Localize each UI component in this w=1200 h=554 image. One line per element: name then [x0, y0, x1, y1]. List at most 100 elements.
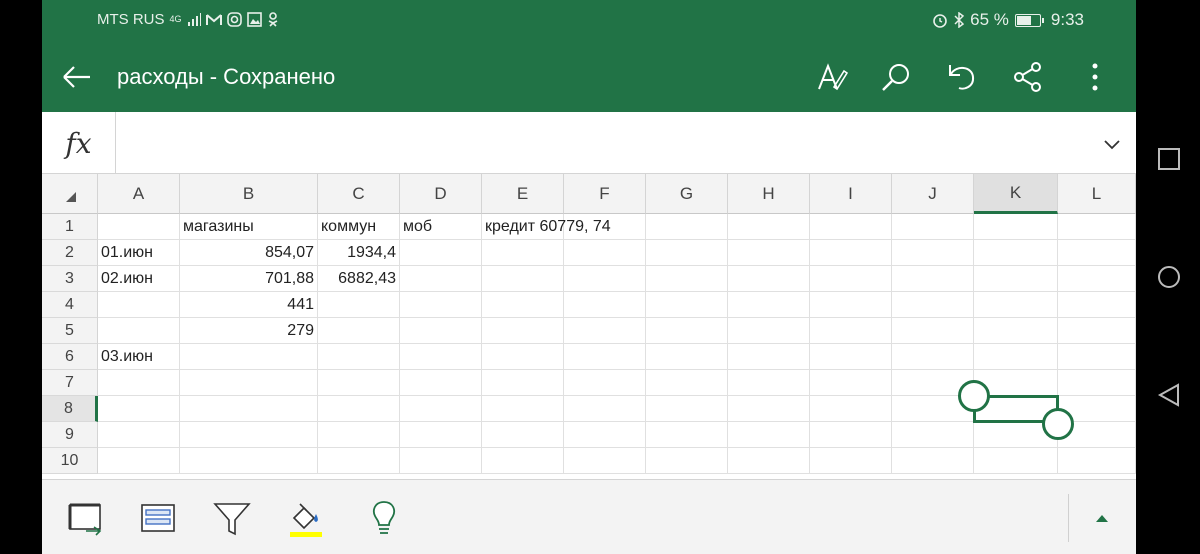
cell-k2[interactable] [974, 240, 1058, 266]
cell-c1[interactable]: коммун [318, 214, 400, 240]
cell-e2[interactable] [482, 240, 564, 266]
chevron-down-icon[interactable] [1102, 134, 1122, 154]
column-header-h[interactable]: H [728, 174, 810, 214]
cell-h7[interactable] [728, 370, 810, 396]
cell-a10[interactable] [98, 448, 180, 474]
cell-e7[interactable] [482, 370, 564, 396]
cell-i6[interactable] [810, 344, 892, 370]
cell-d5[interactable] [400, 318, 482, 344]
cell-g8[interactable] [646, 396, 728, 422]
cell-b5[interactable]: 279 [180, 318, 318, 344]
cell-i5[interactable] [810, 318, 892, 344]
column-header-b[interactable]: B [180, 174, 318, 214]
undo-icon[interactable] [946, 61, 978, 93]
cell-d2[interactable] [400, 240, 482, 266]
cell-c6[interactable] [318, 344, 400, 370]
cell-e1[interactable]: кредит 60779, 74 [482, 214, 611, 240]
cell-i9[interactable] [810, 422, 892, 448]
select-all-corner[interactable] [42, 174, 98, 214]
cell-f3[interactable] [564, 266, 646, 292]
cell-d6[interactable] [400, 344, 482, 370]
cell-a9[interactable] [98, 422, 180, 448]
cell-g7[interactable] [646, 370, 728, 396]
cell-j10[interactable] [892, 448, 974, 474]
cell-a4[interactable] [98, 292, 180, 318]
row-header-7[interactable]: 7 [42, 370, 98, 396]
column-header-j[interactable]: J [892, 174, 974, 214]
cell-f7[interactable] [564, 370, 646, 396]
cell-i8[interactable] [810, 396, 892, 422]
cell-b2[interactable]: 854,07 [180, 240, 318, 266]
cell-b3[interactable]: 701,88 [180, 266, 318, 292]
cell-k5[interactable] [974, 318, 1058, 344]
row-header-6[interactable]: 6 [42, 344, 98, 370]
row-header-10[interactable]: 10 [42, 448, 98, 474]
cell-l5[interactable] [1058, 318, 1136, 344]
cell-k3[interactable] [974, 266, 1058, 292]
cell-f2[interactable] [564, 240, 646, 266]
cell-l3[interactable] [1058, 266, 1136, 292]
cell-i2[interactable] [810, 240, 892, 266]
cell-b6[interactable] [180, 344, 318, 370]
cell-a7[interactable] [98, 370, 180, 396]
cell-g4[interactable] [646, 292, 728, 318]
cell-a2[interactable]: 01.июн [98, 240, 180, 266]
column-header-a[interactable]: A [98, 174, 180, 214]
cell-g2[interactable] [646, 240, 728, 266]
selection-handle-start[interactable] [958, 380, 990, 412]
fill-color-icon[interactable] [286, 498, 326, 538]
cell-e3[interactable] [482, 266, 564, 292]
cell-c10[interactable] [318, 448, 400, 474]
cell-e5[interactable] [482, 318, 564, 344]
freeze-panes-icon[interactable] [66, 498, 106, 538]
cell-j2[interactable] [892, 240, 974, 266]
column-header-i[interactable]: I [810, 174, 892, 214]
row-header-8[interactable]: 8 [42, 396, 98, 422]
cell-c5[interactable] [318, 318, 400, 344]
expand-ribbon-icon[interactable] [1090, 506, 1114, 530]
cell-e4[interactable] [482, 292, 564, 318]
cell-k6[interactable] [974, 344, 1058, 370]
cell-g1[interactable] [646, 214, 728, 240]
cell-h9[interactable] [728, 422, 810, 448]
cell-a3[interactable]: 02.июн [98, 266, 180, 292]
cell-h10[interactable] [728, 448, 810, 474]
cell-j3[interactable] [892, 266, 974, 292]
cell-c7[interactable] [318, 370, 400, 396]
row-header-4[interactable]: 4 [42, 292, 98, 318]
cell-l4[interactable] [1058, 292, 1136, 318]
cell-f6[interactable] [564, 344, 646, 370]
column-header-k[interactable]: K [974, 174, 1058, 214]
row-header-3[interactable]: 3 [42, 266, 98, 292]
back-arrow-icon[interactable] [60, 60, 94, 94]
cell-b8[interactable] [180, 396, 318, 422]
column-header-c[interactable]: C [318, 174, 400, 214]
cell-d4[interactable] [400, 292, 482, 318]
cell-l10[interactable] [1058, 448, 1136, 474]
cell-g5[interactable] [646, 318, 728, 344]
fx-label[interactable]: fx [42, 112, 116, 174]
idea-bulb-icon[interactable] [364, 498, 404, 538]
cell-e6[interactable] [482, 344, 564, 370]
column-header-e[interactable]: E [482, 174, 564, 214]
recents-square-icon[interactable] [1156, 146, 1182, 172]
cell-b4[interactable]: 441 [180, 292, 318, 318]
cell-e9[interactable] [482, 422, 564, 448]
cell-l2[interactable] [1058, 240, 1136, 266]
cell-j9[interactable] [892, 422, 974, 448]
column-header-l[interactable]: L [1058, 174, 1136, 214]
cell-h6[interactable] [728, 344, 810, 370]
cell-h2[interactable] [728, 240, 810, 266]
cell-l6[interactable] [1058, 344, 1136, 370]
cell-c3[interactable]: 6882,43 [318, 266, 400, 292]
row-header-1[interactable]: 1 [42, 214, 98, 240]
column-header-f[interactable]: F [564, 174, 646, 214]
row-header-2[interactable]: 2 [42, 240, 98, 266]
text-format-icon[interactable] [816, 61, 848, 93]
cell-i7[interactable] [810, 370, 892, 396]
cell-i3[interactable] [810, 266, 892, 292]
cell-g6[interactable] [646, 344, 728, 370]
cell-a8[interactable] [98, 396, 180, 422]
cell-h4[interactable] [728, 292, 810, 318]
formula-input[interactable] [117, 112, 1096, 174]
